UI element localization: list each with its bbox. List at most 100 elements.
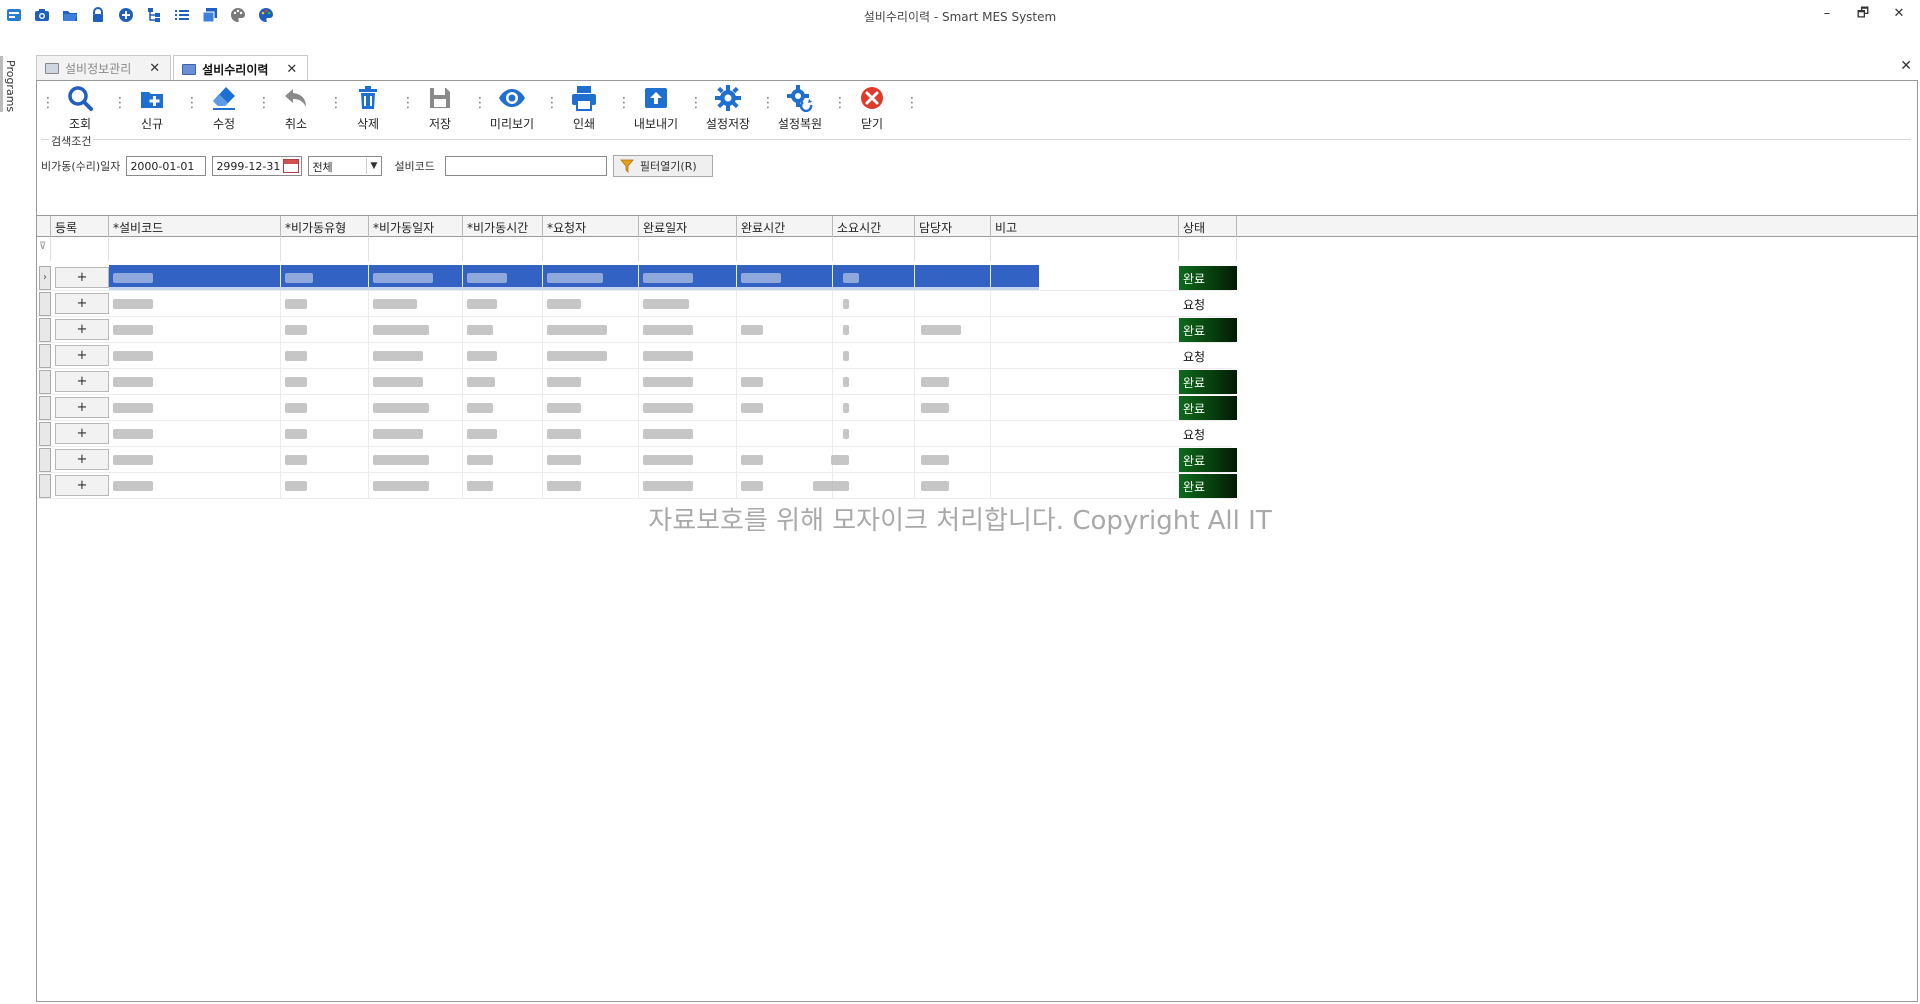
table-row[interactable]: + 완료	[37, 447, 1237, 473]
new-button[interactable]: 신규	[123, 83, 181, 137]
print-button[interactable]: 인쇄	[555, 83, 613, 137]
register-row-button[interactable]: +	[55, 345, 109, 366]
close-button[interactable]: 닫기	[843, 83, 901, 137]
save-settings-button[interactable]: 설정저장	[699, 83, 757, 137]
filter-cell[interactable]	[639, 237, 737, 261]
mosaic-redaction	[373, 429, 423, 439]
register-row-button[interactable]: +	[55, 293, 109, 314]
filter-cell[interactable]	[737, 237, 833, 261]
chevron-down-icon[interactable]: ▼	[366, 158, 380, 174]
table-cell[interactable]	[915, 291, 991, 317]
minimize-button[interactable]: –	[1820, 6, 1834, 22]
table-row[interactable]: + 요청	[37, 291, 1232, 317]
row-indicator[interactable]	[39, 292, 51, 316]
delete-button[interactable]: 삭제	[339, 83, 397, 137]
filter-cell[interactable]	[463, 237, 543, 261]
column-header[interactable]: 상태	[1179, 216, 1237, 237]
tab-close-button[interactable]: ✕	[286, 62, 297, 77]
close-window-button[interactable]: ✕	[1892, 6, 1906, 22]
row-indicator[interactable]	[39, 344, 51, 368]
row-indicator[interactable]	[39, 448, 51, 472]
register-row-button[interactable]: +	[55, 475, 109, 496]
row-indicator[interactable]	[39, 318, 51, 342]
mosaic-redaction	[547, 403, 581, 413]
row-data-cells[interactable]	[109, 343, 1039, 369]
filter-cell[interactable]	[1179, 237, 1237, 261]
downtime-type-select[interactable]: 전체 ▼	[308, 156, 383, 176]
table-cell[interactable]	[915, 343, 991, 369]
table-row[interactable]: + 완료	[37, 473, 1237, 499]
register-row-button[interactable]: +	[55, 423, 109, 444]
column-header[interactable]: 비고	[991, 216, 1179, 237]
row-data-cells[interactable]	[109, 369, 1039, 395]
column-header[interactable]: *비가동시간	[463, 216, 543, 237]
tab-equipment-info[interactable]: 설비정보관리 ✕	[36, 55, 172, 81]
column-header[interactable]: *요청자	[543, 216, 639, 237]
open-filter-button[interactable]: 필터열기(R)	[612, 155, 713, 177]
row-data-cells[interactable]	[109, 447, 1039, 473]
search-button[interactable]: 조회	[51, 83, 109, 137]
column-header[interactable]: 완료일자	[639, 216, 737, 237]
filter-cell[interactable]	[543, 237, 639, 261]
filter-cell[interactable]	[369, 237, 463, 261]
date-to-field[interactable]	[212, 156, 303, 176]
row-data-cells[interactable]	[109, 421, 1039, 447]
edit-button[interactable]: 수정	[195, 83, 253, 137]
table-cell[interactable]	[737, 291, 833, 317]
table-row[interactable]: + 요청	[37, 421, 1232, 447]
column-header[interactable]: *비가동유형	[281, 216, 369, 237]
filter-cell[interactable]	[833, 237, 915, 261]
row-indicator[interactable]	[39, 370, 51, 394]
calendar-icon[interactable]	[283, 159, 300, 173]
column-header[interactable]: 등록	[51, 216, 109, 237]
table-row[interactable]: + 완료	[37, 317, 1237, 343]
row-data-cells[interactable]	[109, 395, 1039, 421]
mosaic-redaction	[467, 403, 493, 413]
date-to-input[interactable]	[213, 157, 284, 175]
row-indicator[interactable]	[39, 396, 51, 420]
table-row[interactable]: › + 완료	[37, 265, 1237, 291]
row-data-cells[interactable]	[109, 473, 1039, 499]
close-all-tabs-button[interactable]: ✕	[1900, 58, 1912, 74]
grid-filter-row[interactable]: ⊽	[37, 237, 1237, 261]
cancel-button[interactable]: 취소	[267, 83, 325, 137]
equipment-code-input[interactable]	[444, 156, 607, 176]
row-indicator[interactable]	[39, 422, 51, 446]
row-indicator[interactable]: ›	[39, 266, 51, 290]
column-header[interactable]: 소요시간	[833, 216, 915, 237]
table-row[interactable]: + 완료	[37, 395, 1237, 421]
row-data-cells[interactable]	[109, 291, 1039, 317]
table-cell[interactable]	[737, 343, 833, 369]
export-button[interactable]: 내보내기	[627, 83, 685, 137]
tab-close-button[interactable]: ✕	[149, 61, 160, 76]
filter-cell[interactable]	[109, 237, 281, 261]
date-from-input[interactable]	[126, 156, 207, 176]
row-indicator[interactable]	[39, 474, 51, 498]
save-button[interactable]: 저장	[411, 83, 469, 137]
register-row-button[interactable]: +	[55, 371, 109, 392]
toolbar-label: 신규	[140, 117, 164, 131]
table-cell[interactable]	[737, 421, 833, 447]
column-header[interactable]: *설비코드	[109, 216, 281, 237]
row-data-cells[interactable]	[109, 317, 1039, 343]
programs-side-panel[interactable]: Programs	[0, 56, 22, 116]
filter-cell[interactable]	[915, 237, 991, 261]
column-header[interactable]: 완료시간	[737, 216, 833, 237]
filter-cell[interactable]	[281, 237, 369, 261]
register-row-button[interactable]: +	[55, 397, 109, 418]
column-header[interactable]: *비가동일자	[369, 216, 463, 237]
preview-button[interactable]: 미리보기	[483, 83, 541, 137]
table-row[interactable]: + 요청	[37, 343, 1232, 369]
new-icon	[141, 92, 163, 108]
register-row-button[interactable]: +	[55, 319, 109, 340]
register-row-button[interactable]: +	[55, 449, 109, 470]
table-cell[interactable]	[915, 421, 991, 447]
tab-equipment-repair-history[interactable]: 설비수리이력 ✕	[173, 55, 309, 82]
filter-cell[interactable]	[991, 237, 1179, 261]
column-header[interactable]: 담당자	[915, 216, 991, 237]
filter-cell[interactable]	[51, 237, 109, 261]
register-row-button[interactable]: +	[55, 267, 109, 288]
table-row[interactable]: + 완료	[37, 369, 1237, 395]
restore-settings-button[interactable]: 설정복원	[771, 83, 829, 137]
restore-button[interactable]: 🗗	[1856, 6, 1870, 22]
